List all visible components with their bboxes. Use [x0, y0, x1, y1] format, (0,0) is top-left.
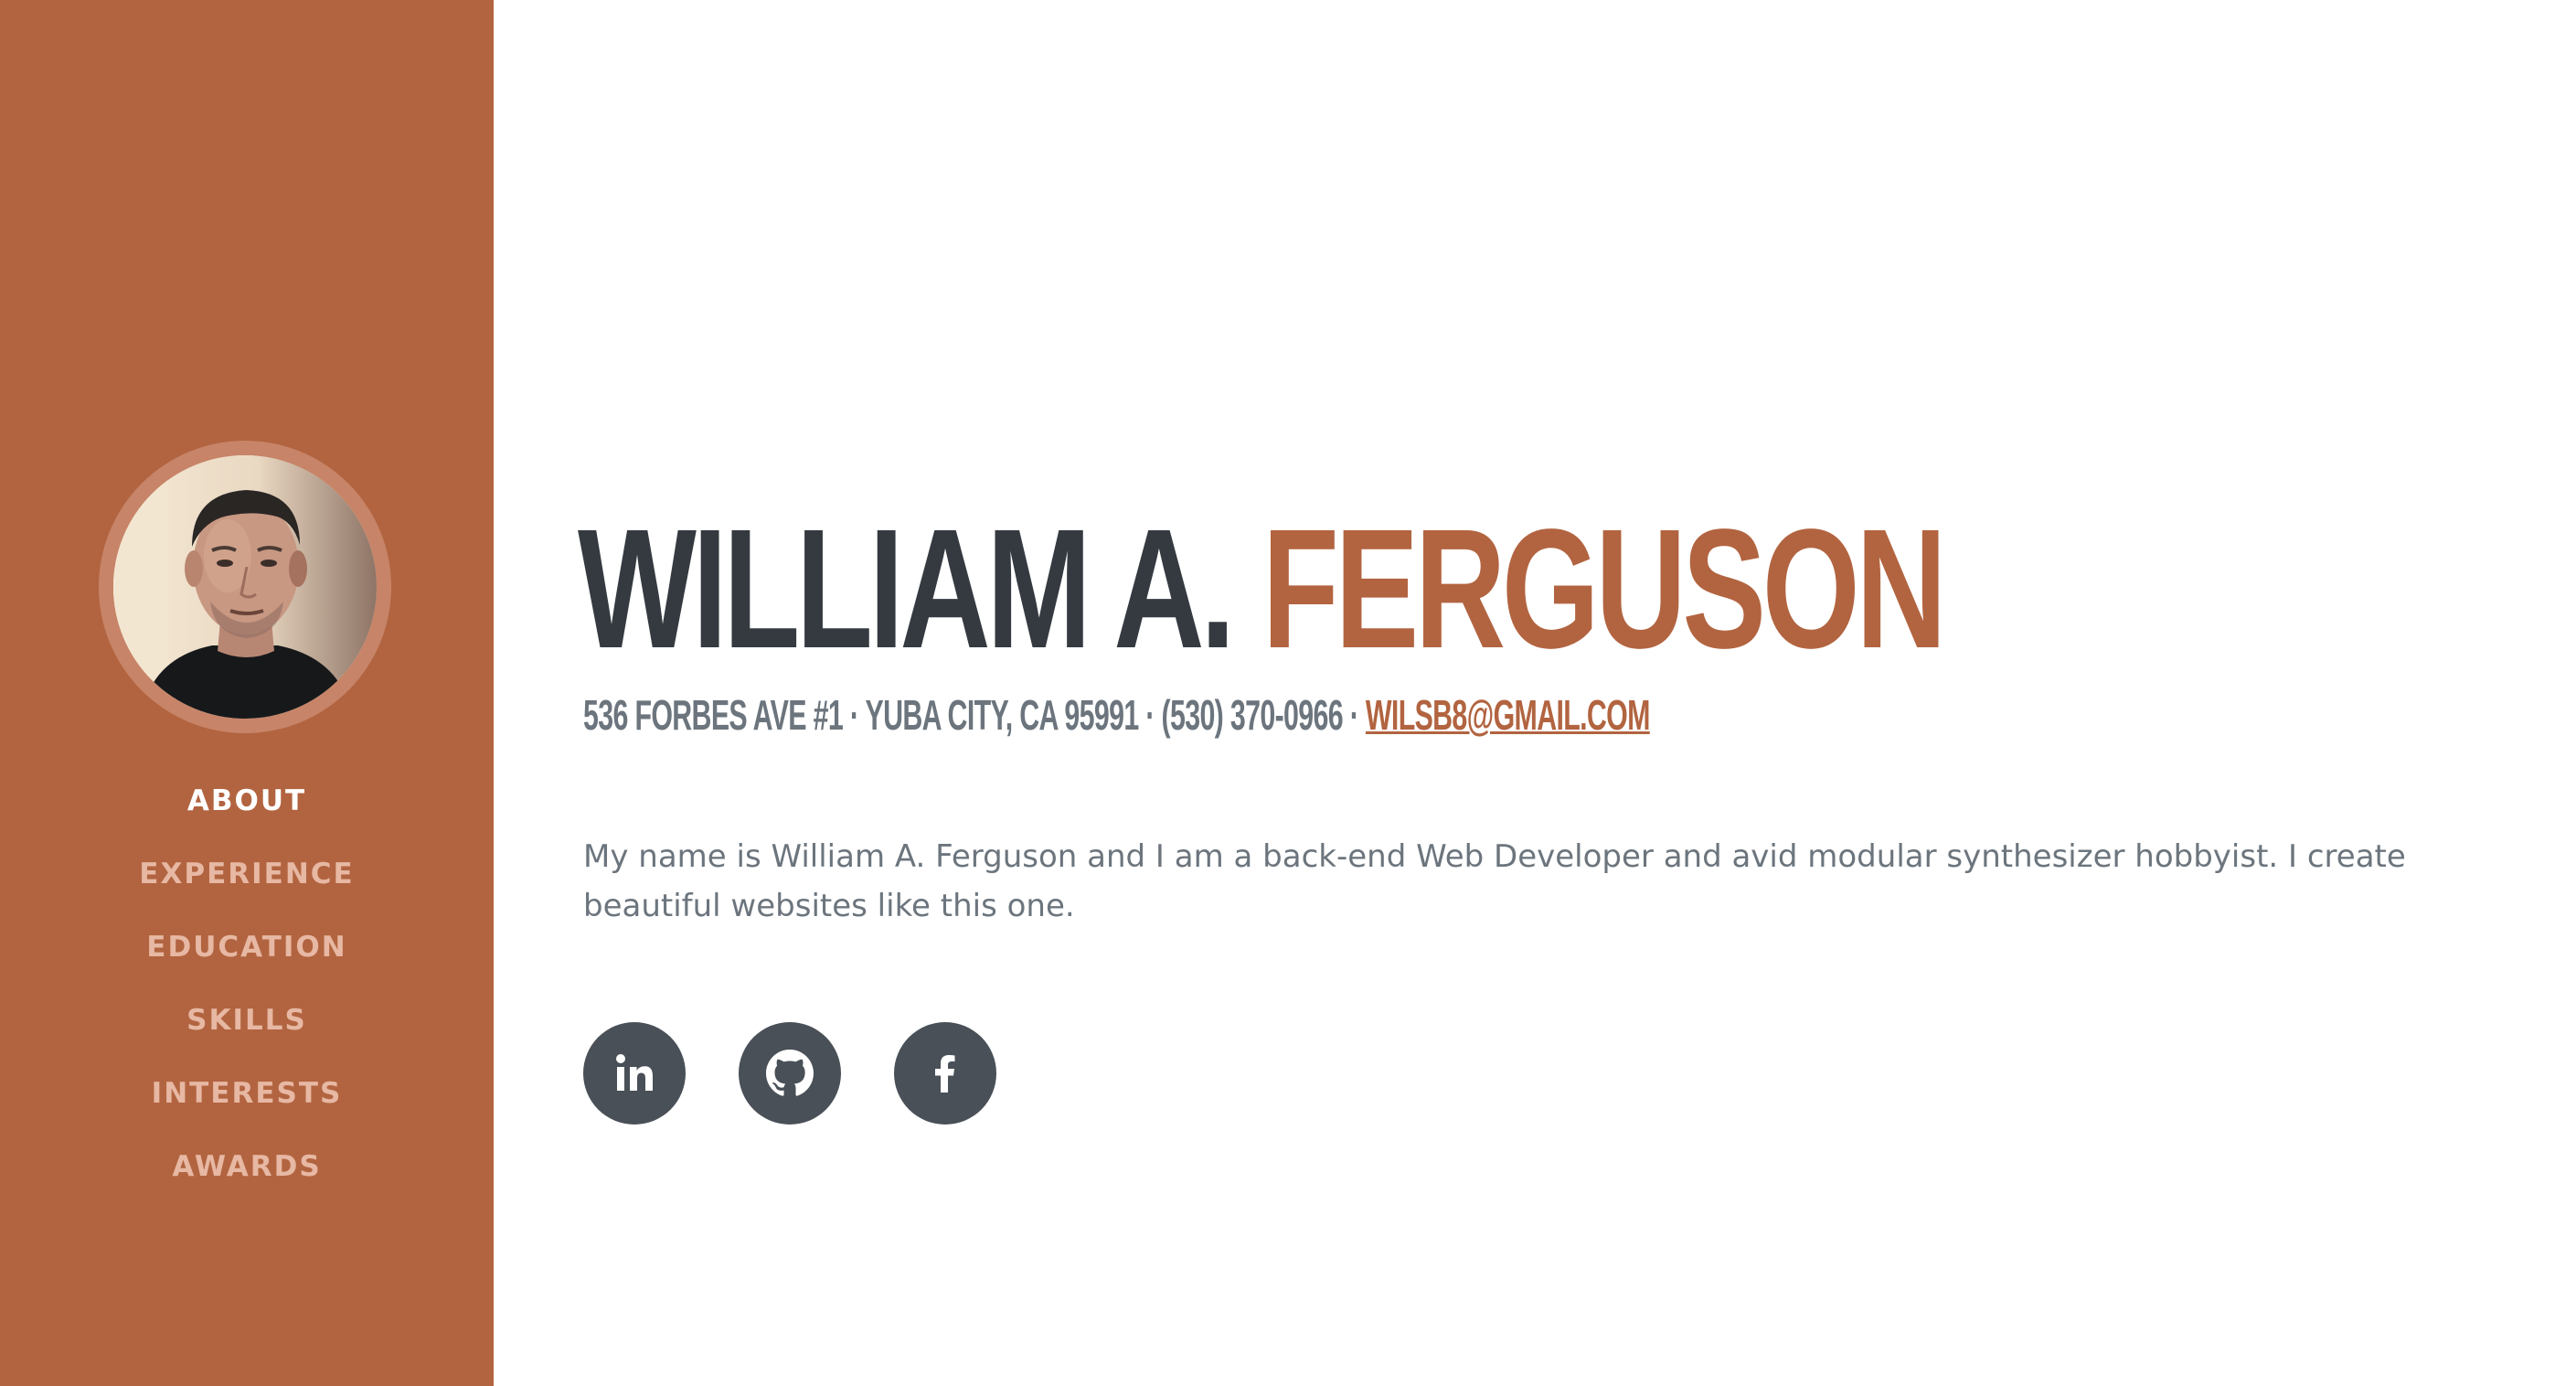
- nav-link-education[interactable]: Education: [146, 920, 346, 975]
- last-name: FERGUSON: [1261, 495, 1947, 684]
- facebook-button[interactable]: [894, 1022, 996, 1125]
- first-name: WILLIAM A.: [578, 495, 1235, 684]
- nav-item-about: About: [0, 773, 494, 847]
- nav-link-interests[interactable]: Interests: [152, 1066, 343, 1121]
- nav-item-education: Education: [0, 920, 494, 993]
- avatar: [99, 441, 391, 733]
- github-button[interactable]: [739, 1022, 841, 1125]
- sidebar: About Experience Education Skills Intere…: [0, 0, 494, 1386]
- nav-link-about[interactable]: About: [187, 773, 306, 828]
- facebook-icon: [935, 1055, 955, 1093]
- contact-line: 536 Forbes Ave #1 · Yuba City, CA 95991 …: [583, 688, 1650, 742]
- nav-link-experience[interactable]: Experience: [139, 847, 354, 901]
- nav-item-experience: Experience: [0, 847, 494, 920]
- page-title: WILLIAM A. FERGUSON: [578, 495, 1947, 684]
- nav-link-skills[interactable]: Skills: [186, 993, 307, 1048]
- address-text: 536 Forbes Ave #1 · Yuba City, CA 95991 …: [583, 691, 1366, 739]
- nav-item-interests: Interests: [0, 1066, 494, 1139]
- nav-item-skills: Skills: [0, 993, 494, 1066]
- nav-link-awards[interactable]: Awards: [172, 1139, 321, 1194]
- social-icons: [583, 1022, 1049, 1125]
- github-icon: [766, 1050, 814, 1096]
- linkedin-icon: [616, 1054, 653, 1091]
- profile-photo: [113, 455, 377, 719]
- nav-item-awards: Awards: [0, 1139, 494, 1212]
- bio-text: My name is William A. Ferguson and I am …: [583, 838, 2406, 924]
- email-link[interactable]: wilsb8@gmail.com: [1366, 691, 1650, 739]
- linkedin-button[interactable]: [583, 1022, 686, 1125]
- sidebar-nav: About Experience Education Skills Intere…: [0, 773, 494, 1212]
